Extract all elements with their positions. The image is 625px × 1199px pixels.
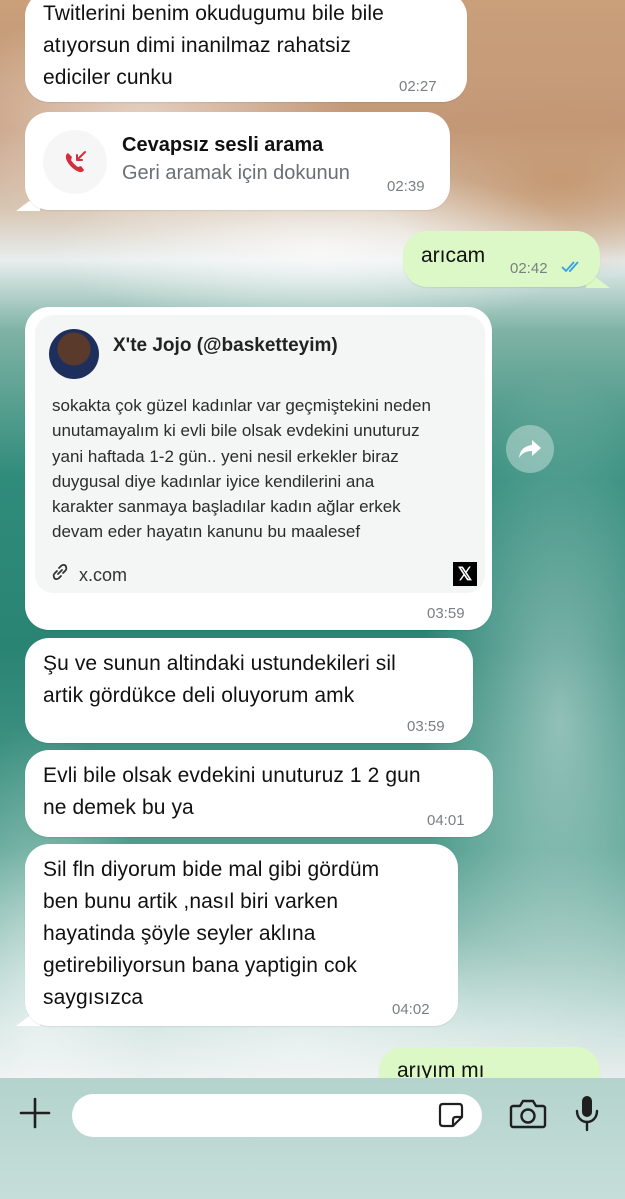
message-line: ben bunu artik ,nasıl biri varken xyxy=(43,890,339,913)
link-body-line: unutamayalım ki evli bile olsak evdekini… xyxy=(52,421,420,441)
incoming-message[interactable]: Sil fln diyorum bide mal gibi gördüm ben… xyxy=(25,844,458,1026)
message-line: ediciler cunku xyxy=(43,66,173,89)
link-body-line: duygusal diye kadınlar iyice kendilerini… xyxy=(52,471,375,491)
message-line: atıyorsun dimi inanilmaz rahatsiz xyxy=(43,34,351,57)
incoming-message[interactable]: Evli bile olsak evdekini unuturuz 1 2 gu… xyxy=(25,750,493,837)
incoming-message[interactable]: Şu ve sunun altindaki ustundekileri sil … xyxy=(25,638,473,743)
link-body-line: yani haftada 1-2 gün.. yeni nesil erkekl… xyxy=(52,446,399,466)
message-time: 02:42 xyxy=(510,260,548,277)
message-line: artik gördükce deli oluyorum amk xyxy=(43,684,355,707)
link-body: sokakta çok güzel kadınlar var geçmiştek… xyxy=(52,393,482,545)
link-author: X'te Jojo (@basketteyim) xyxy=(113,335,338,356)
link-domain: x.com xyxy=(79,565,128,585)
read-receipt-icon xyxy=(561,261,579,273)
message-time: 04:02 xyxy=(392,1001,430,1018)
link-preview-card[interactable]: X'te Jojo (@basketteyim) sokakta çok güz… xyxy=(35,315,485,593)
outgoing-message[interactable]: arıcam 02:42 xyxy=(403,231,600,287)
message-time: 03:59 xyxy=(407,718,445,735)
sticker-icon[interactable] xyxy=(437,1101,465,1129)
message-line: ne demek bu ya xyxy=(43,796,194,819)
message-line: Sil fln diyorum bide mal gibi gördüm xyxy=(43,858,380,881)
message-time: 02:39 xyxy=(387,178,425,195)
message-line: Şu ve sunun altindaki ustundekileri sil xyxy=(43,652,396,675)
message-line: getirebiliyorsun bana yaptigin cok xyxy=(43,954,357,977)
link-icon xyxy=(52,564,68,580)
incoming-message[interactable]: Twitlerini benim okudugumu bile bile atı… xyxy=(25,0,467,102)
message-line: hayatinda şöyle seyler aklına xyxy=(43,922,316,945)
link-body-line: karakter sanmaya başladılar kadın ağlar … xyxy=(52,497,401,517)
missed-call-title: Cevapsız sesli arama xyxy=(122,134,324,156)
message-text: arıcam xyxy=(421,244,486,267)
avatar xyxy=(49,329,99,379)
missed-call-subtitle: Geri aramak için dokunun xyxy=(122,162,350,184)
link-body-line: sokakta çok güzel kadınlar var geçmiştek… xyxy=(52,396,431,415)
x-logo-icon: 𝕏 xyxy=(453,562,477,586)
link-preview-message[interactable]: X'te Jojo (@basketteyim) sokakta çok güz… xyxy=(25,307,492,630)
camera-icon[interactable] xyxy=(509,1098,547,1130)
message-time: 02:27 xyxy=(399,78,437,95)
missed-call-bubble[interactable]: Cevapsız sesli arama Geri aramak için do… xyxy=(25,112,450,210)
forward-icon[interactable] xyxy=(506,425,554,473)
missed-call-icon xyxy=(43,130,107,194)
message-line: Evli bile olsak evdekini unuturuz 1 2 gu… xyxy=(43,764,421,787)
message-input[interactable] xyxy=(72,1094,482,1137)
message-time: 03:59 xyxy=(427,605,465,622)
message-line: saygısızca xyxy=(43,986,144,1009)
message-line: Twitlerini benim okudugumu bile bile xyxy=(43,2,384,25)
message-time: 04:01 xyxy=(427,812,465,829)
link-body-line: devam eder hayatın kanunu bu maalesef xyxy=(52,522,361,542)
plus-icon[interactable] xyxy=(18,1096,52,1130)
microphone-icon[interactable] xyxy=(574,1094,600,1134)
